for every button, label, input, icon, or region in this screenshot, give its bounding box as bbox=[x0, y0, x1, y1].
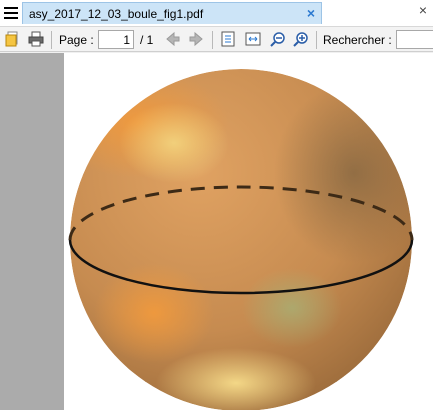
search-input[interactable] bbox=[396, 30, 433, 49]
pdf-page bbox=[64, 53, 433, 410]
tab-title: asy_2017_12_03_boule_fig1.pdf bbox=[29, 7, 204, 21]
window-close-icon[interactable]: × bbox=[419, 2, 427, 18]
page-label: Page : bbox=[59, 33, 94, 47]
document-tab[interactable]: asy_2017_12_03_boule_fig1.pdf × bbox=[22, 2, 322, 24]
arrow-right-icon[interactable] bbox=[188, 31, 204, 47]
printer-icon[interactable] bbox=[28, 31, 44, 47]
zoom-out-icon[interactable] bbox=[270, 31, 286, 47]
toolbar-separator bbox=[51, 31, 52, 49]
title-bar: asy_2017_12_03_boule_fig1.pdf × × bbox=[0, 0, 433, 26]
fit-page-icon[interactable] bbox=[220, 31, 236, 47]
open-file-icon[interactable] bbox=[5, 31, 21, 47]
toolbar: Page : / 1 Rechercher : bbox=[0, 26, 433, 52]
arrow-left-icon[interactable] bbox=[165, 31, 181, 47]
tab-close-icon[interactable]: × bbox=[307, 5, 315, 21]
hamburger-menu-icon[interactable] bbox=[4, 7, 18, 19]
fit-width-icon[interactable] bbox=[245, 31, 261, 47]
search-label: Rechercher : bbox=[323, 33, 392, 47]
toolbar-separator bbox=[212, 31, 213, 49]
document-viewer[interactable] bbox=[0, 53, 433, 410]
total-pages: / 1 bbox=[140, 33, 154, 47]
toolbar-separator bbox=[316, 31, 317, 49]
sphere-figure bbox=[68, 69, 414, 410]
page-number-input[interactable] bbox=[98, 30, 134, 49]
zoom-in-icon[interactable] bbox=[293, 31, 309, 47]
